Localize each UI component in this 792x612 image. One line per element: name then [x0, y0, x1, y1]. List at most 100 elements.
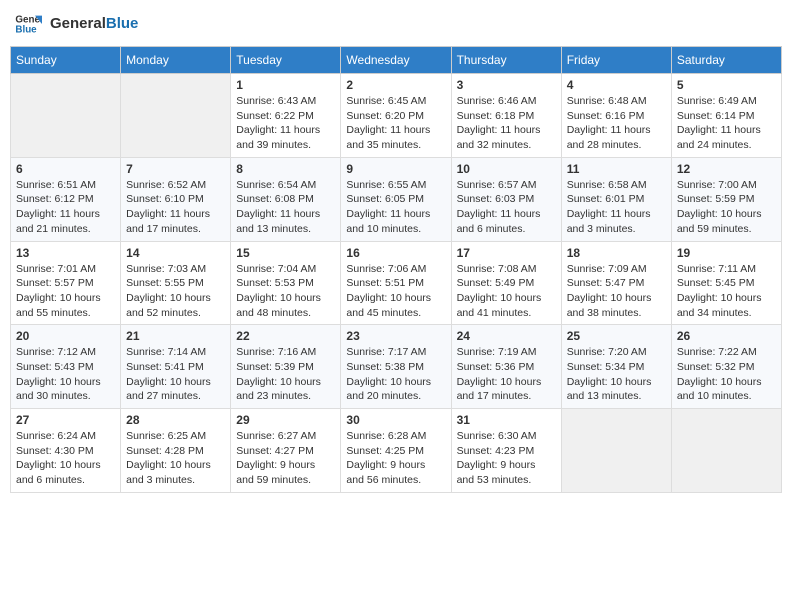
calendar-cell: 25 Sunrise: 7:20 AMSunset: 5:34 PMDayligh… [561, 325, 671, 409]
day-info: Sunrise: 6:45 AMSunset: 6:20 PMDaylight:… [346, 94, 445, 153]
calendar-week-row: 6 Sunrise: 6:51 AMSunset: 6:12 PMDaylight… [11, 157, 782, 241]
calendar-cell [561, 409, 671, 493]
day-of-week-header: Friday [561, 47, 671, 74]
day-of-week-header: Thursday [451, 47, 561, 74]
day-of-week-header: Wednesday [341, 47, 451, 74]
calendar-cell: 21 Sunrise: 7:14 AMSunset: 5:41 PMDayligh… [121, 325, 231, 409]
calendar-cell: 31 Sunrise: 6:30 AMSunset: 4:23 PMDayligh… [451, 409, 561, 493]
day-info: Sunrise: 6:25 AMSunset: 4:28 PMDaylight:… [126, 429, 225, 488]
day-info: Sunrise: 7:03 AMSunset: 5:55 PMDaylight:… [126, 262, 225, 321]
logo-icon: General Blue [14, 10, 42, 38]
day-number: 28 [126, 413, 225, 427]
day-number: 23 [346, 329, 445, 343]
day-of-week-header: Monday [121, 47, 231, 74]
calendar-cell [671, 409, 781, 493]
calendar-table: SundayMondayTuesdayWednesdayThursdayFrid… [10, 46, 782, 493]
calendar-cell: 9 Sunrise: 6:55 AMSunset: 6:05 PMDaylight… [341, 157, 451, 241]
day-of-week-header: Sunday [11, 47, 121, 74]
day-number: 25 [567, 329, 666, 343]
day-info: Sunrise: 6:43 AMSunset: 6:22 PMDaylight:… [236, 94, 335, 153]
day-info: Sunrise: 7:22 AMSunset: 5:32 PMDaylight:… [677, 345, 776, 404]
calendar-cell: 18 Sunrise: 7:09 AMSunset: 5:47 PMDayligh… [561, 241, 671, 325]
calendar-week-row: 20Sunrise: 7:12 AMSunset: 5:43 PMDayligh… [11, 325, 782, 409]
calendar-cell [121, 74, 231, 158]
calendar-cell: 22Sunrise: 7:16 AMSunset: 5:39 PMDayligh… [231, 325, 341, 409]
day-info: Sunrise: 7:04 AMSunset: 5:53 PMDaylight:… [236, 262, 335, 321]
calendar-cell: 15Sunrise: 7:04 AMSunset: 5:53 PMDayligh… [231, 241, 341, 325]
day-info: Sunrise: 6:54 AMSunset: 6:08 PMDaylight:… [236, 178, 335, 237]
day-info: Sunrise: 6:49 AMSunset: 6:14 PMDaylight:… [677, 94, 776, 153]
day-number: 10 [457, 162, 556, 176]
calendar-body: 1 Sunrise: 6:43 AMSunset: 6:22 PMDaylight… [11, 74, 782, 493]
calendar-cell: 29 Sunrise: 6:27 AMSunset: 4:27 PMDayligh… [231, 409, 341, 493]
day-number: 3 [457, 78, 556, 92]
calendar-cell: 27 Sunrise: 6:24 AMSunset: 4:30 PMDayligh… [11, 409, 121, 493]
calendar-cell: 4Sunrise: 6:48 AMSunset: 6:16 PMDaylight… [561, 74, 671, 158]
calendar-cell [11, 74, 121, 158]
day-info: Sunrise: 6:27 AMSunset: 4:27 PMDaylight:… [236, 429, 335, 488]
calendar-week-row: 27 Sunrise: 6:24 AMSunset: 4:30 PMDayligh… [11, 409, 782, 493]
day-number: 17 [457, 246, 556, 260]
day-info: Sunrise: 7:09 AMSunset: 5:47 PMDaylight:… [567, 262, 666, 321]
day-number: 1 [236, 78, 335, 92]
day-info: Sunrise: 6:58 AMSunset: 6:01 PMDaylight:… [567, 178, 666, 237]
day-number: 11 [567, 162, 666, 176]
calendar-cell: 24 Sunrise: 7:19 AMSunset: 5:36 PMDayligh… [451, 325, 561, 409]
calendar-cell: 8 Sunrise: 6:54 AMSunset: 6:08 PMDaylight… [231, 157, 341, 241]
calendar-cell: 2 Sunrise: 6:45 AMSunset: 6:20 PMDaylight… [341, 74, 451, 158]
calendar-header-row: SundayMondayTuesdayWednesdayThursdayFrid… [11, 47, 782, 74]
calendar-cell: 20Sunrise: 7:12 AMSunset: 5:43 PMDayligh… [11, 325, 121, 409]
day-info: Sunrise: 7:12 AMSunset: 5:43 PMDaylight:… [16, 345, 115, 404]
day-info: Sunrise: 7:14 AMSunset: 5:41 PMDaylight:… [126, 345, 225, 404]
day-number: 27 [16, 413, 115, 427]
calendar-cell: 11 Sunrise: 6:58 AMSunset: 6:01 PMDayligh… [561, 157, 671, 241]
day-info: Sunrise: 6:48 AMSunset: 6:16 PMDaylight:… [567, 94, 666, 153]
day-number: 14 [126, 246, 225, 260]
day-number: 12 [677, 162, 776, 176]
day-number: 19 [677, 246, 776, 260]
calendar-cell: 3 Sunrise: 6:46 AMSunset: 6:18 PMDaylight… [451, 74, 561, 158]
calendar-cell: 26 Sunrise: 7:22 AMSunset: 5:32 PMDayligh… [671, 325, 781, 409]
day-info: Sunrise: 6:55 AMSunset: 6:05 PMDaylight:… [346, 178, 445, 237]
day-info: Sunrise: 6:30 AMSunset: 4:23 PMDaylight:… [457, 429, 556, 488]
day-info: Sunrise: 7:11 AMSunset: 5:45 PMDaylight:… [677, 262, 776, 321]
day-number: 8 [236, 162, 335, 176]
day-info: Sunrise: 7:19 AMSunset: 5:36 PMDaylight:… [457, 345, 556, 404]
day-number: 26 [677, 329, 776, 343]
day-info: Sunrise: 6:24 AMSunset: 4:30 PMDaylight:… [16, 429, 115, 488]
day-info: Sunrise: 6:52 AMSunset: 6:10 PMDaylight:… [126, 178, 225, 237]
day-number: 31 [457, 413, 556, 427]
svg-text:Blue: Blue [15, 24, 37, 35]
day-number: 24 [457, 329, 556, 343]
calendar-cell: 23 Sunrise: 7:17 AMSunset: 5:38 PMDayligh… [341, 325, 451, 409]
day-info: Sunrise: 6:57 AMSunset: 6:03 PMDaylight:… [457, 178, 556, 237]
day-info: Sunrise: 7:17 AMSunset: 5:38 PMDaylight:… [346, 345, 445, 404]
calendar-week-row: 13Sunrise: 7:01 AMSunset: 5:57 PMDayligh… [11, 241, 782, 325]
day-info: Sunrise: 7:00 AMSunset: 5:59 PMDaylight:… [677, 178, 776, 237]
day-info: Sunrise: 6:46 AMSunset: 6:18 PMDaylight:… [457, 94, 556, 153]
calendar-cell: 14 Sunrise: 7:03 AMSunset: 5:55 PMDayligh… [121, 241, 231, 325]
day-number: 5 [677, 78, 776, 92]
calendar-cell: 6 Sunrise: 6:51 AMSunset: 6:12 PMDaylight… [11, 157, 121, 241]
day-number: 2 [346, 78, 445, 92]
day-number: 13 [16, 246, 115, 260]
calendar-cell: 1 Sunrise: 6:43 AMSunset: 6:22 PMDaylight… [231, 74, 341, 158]
calendar-cell: 19 Sunrise: 7:11 AMSunset: 5:45 PMDayligh… [671, 241, 781, 325]
calendar-week-row: 1 Sunrise: 6:43 AMSunset: 6:22 PMDaylight… [11, 74, 782, 158]
calendar-cell: 5 Sunrise: 6:49 AMSunset: 6:14 PMDaylight… [671, 74, 781, 158]
day-info: Sunrise: 7:08 AMSunset: 5:49 PMDaylight:… [457, 262, 556, 321]
day-info: Sunrise: 7:20 AMSunset: 5:34 PMDaylight:… [567, 345, 666, 404]
logo-text: GeneralBlue [50, 16, 138, 33]
day-info: Sunrise: 6:28 AMSunset: 4:25 PMDaylight:… [346, 429, 445, 488]
day-number: 18 [567, 246, 666, 260]
day-info: Sunrise: 7:06 AMSunset: 5:51 PMDaylight:… [346, 262, 445, 321]
day-number: 29 [236, 413, 335, 427]
logo: General Blue GeneralBlue [14, 10, 138, 38]
calendar-cell: 30 Sunrise: 6:28 AMSunset: 4:25 PMDayligh… [341, 409, 451, 493]
day-number: 9 [346, 162, 445, 176]
day-number: 21 [126, 329, 225, 343]
calendar-cell: 13Sunrise: 7:01 AMSunset: 5:57 PMDayligh… [11, 241, 121, 325]
day-info: Sunrise: 6:51 AMSunset: 6:12 PMDaylight:… [16, 178, 115, 237]
day-number: 6 [16, 162, 115, 176]
day-number: 30 [346, 413, 445, 427]
